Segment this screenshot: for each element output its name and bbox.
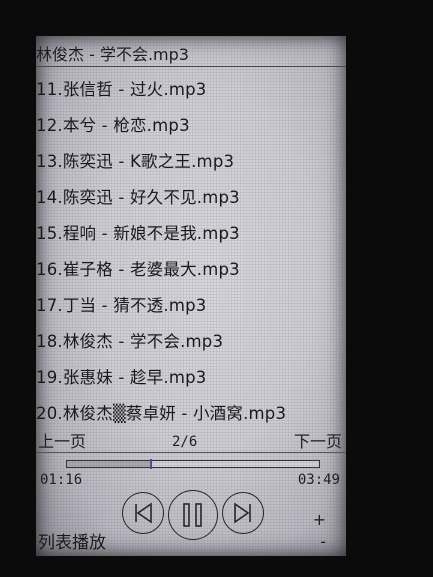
playlist: 11.张信哲 - 过火.mp3 12.本兮 - 枪恋.mp3 13.陈奕迅 - … (36, 72, 346, 432)
pause-button[interactable] (168, 490, 218, 540)
progress-fill (67, 461, 151, 467)
playlist-item[interactable]: 12.本兮 - 枪恋.mp3 (36, 108, 346, 144)
pager: 上一页 2/6 下一页 (36, 432, 346, 453)
player-screen: 林俊杰 - 学不会.mp3 11.张信哲 - 过火.mp3 12.本兮 - 枪恋… (36, 36, 346, 556)
total-time: 03:49 (297, 472, 340, 488)
next-track-button[interactable] (222, 492, 264, 534)
skip-next-icon (234, 502, 251, 524)
playlist-item[interactable]: 19.张惠妹 - 趁早.mp3 (36, 360, 346, 396)
playlist-item[interactable]: 15.程响 - 新娘不是我.mp3 (36, 216, 346, 252)
playlist-item[interactable]: 14.陈奕迅 - 好久不见.mp3 (36, 180, 346, 216)
playlist-item[interactable]: 18.林俊杰 - 学不会.mp3 (36, 324, 346, 360)
playlist-item[interactable]: 17.丁当 - 猜不透.mp3 (36, 288, 346, 324)
playlist-item[interactable]: 20.林俊杰▒蔡卓妍 - 小酒窝.mp3 (36, 396, 346, 432)
progress-knob[interactable] (149, 459, 152, 469)
volume-down-button[interactable]: - (320, 534, 326, 550)
progress-bar[interactable] (66, 459, 320, 469)
page-indicator: 2/6 (172, 434, 198, 450)
play-mode-button[interactable]: 列表播放 (38, 528, 106, 553)
pause-icon (183, 503, 202, 527)
playlist-item[interactable]: 13.陈奕迅 - K歌之王.mp3 (36, 144, 346, 180)
playlist-item[interactable]: 11.张信哲 - 过火.mp3 (36, 72, 346, 108)
previous-track-button[interactable] (122, 492, 164, 534)
now-playing-title: 林俊杰 - 学不会.mp3 (36, 44, 346, 67)
volume-up-button[interactable]: + (313, 512, 326, 528)
elapsed-time: 01:16 (40, 472, 83, 488)
prev-page-button[interactable]: 上一页 (38, 432, 86, 452)
next-page-button[interactable]: 下一页 (294, 432, 342, 452)
skip-previous-icon (135, 502, 152, 524)
playlist-item[interactable]: 16.崔子格 - 老婆最大.mp3 (36, 252, 346, 288)
